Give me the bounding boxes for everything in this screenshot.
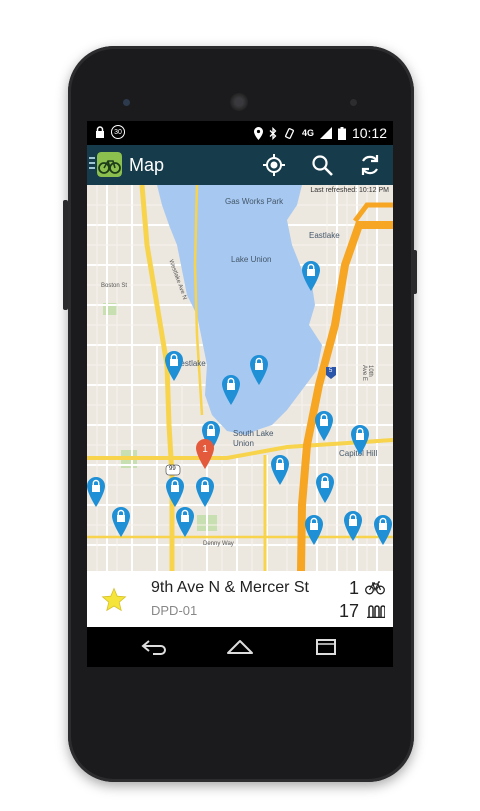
station-pin[interactable] bbox=[271, 455, 289, 485]
back-icon[interactable] bbox=[139, 635, 169, 659]
station-pin[interactable] bbox=[351, 425, 369, 455]
network-type: 4G bbox=[301, 128, 314, 138]
location-icon bbox=[253, 126, 263, 140]
front-camera bbox=[123, 99, 130, 106]
map-label-interstate-5: 5 bbox=[329, 368, 333, 374]
station-pin[interactable] bbox=[112, 507, 130, 537]
map-view[interactable]: Last refreshed: 10:12 PM Gas Works Park … bbox=[87, 185, 393, 571]
proximity-sensor bbox=[350, 99, 357, 106]
last-refreshed-label: Last refreshed: 10:12 PM bbox=[310, 187, 389, 194]
station-pin[interactable] bbox=[165, 351, 183, 381]
station-pin[interactable] bbox=[316, 473, 334, 503]
volume-button bbox=[63, 200, 68, 310]
dock-icon bbox=[367, 605, 385, 618]
station-pin[interactable] bbox=[344, 511, 362, 541]
map-label-boston-st: Boston St bbox=[101, 283, 128, 289]
station-pin[interactable] bbox=[196, 477, 214, 507]
bikes-available-count: 1 bbox=[348, 578, 359, 598]
station-pin[interactable] bbox=[250, 355, 268, 385]
status-bar: 30 4G 10:12 bbox=[87, 121, 393, 145]
favorite-star-icon[interactable] bbox=[101, 587, 127, 613]
earpiece-speaker bbox=[230, 93, 248, 111]
signal-icon bbox=[319, 127, 332, 139]
recents-icon[interactable] bbox=[311, 635, 341, 659]
map-label-highway-99: 99 bbox=[169, 466, 176, 472]
page-title: Map bbox=[129, 155, 165, 175]
map-label-denny-way: Denny Way bbox=[203, 541, 234, 547]
selected-pin-label: 1 bbox=[202, 444, 208, 455]
notification-badge: 30 bbox=[111, 125, 125, 139]
station-pin[interactable] bbox=[374, 515, 392, 545]
bluetooth-icon bbox=[269, 126, 277, 140]
station-pin[interactable] bbox=[315, 411, 333, 441]
refresh-icon[interactable] bbox=[357, 152, 383, 178]
map-label-south-lake-union: South Lake Union bbox=[233, 429, 274, 448]
map-label-eastlake: Eastlake bbox=[309, 231, 340, 240]
app-logo-icon[interactable] bbox=[97, 152, 122, 177]
station-pin[interactable] bbox=[166, 477, 184, 507]
map-label-lake-union: Lake Union bbox=[231, 255, 272, 264]
vibrate-icon bbox=[284, 127, 294, 139]
lock-icon bbox=[96, 125, 104, 138]
action-bar: Map bbox=[87, 145, 393, 185]
map-label-gas-works: Gas Works Park bbox=[225, 197, 284, 206]
navigation-bar bbox=[87, 627, 393, 667]
power-button bbox=[412, 250, 417, 294]
selected-station-pin[interactable]: 1 bbox=[196, 439, 214, 469]
bike-icon bbox=[365, 581, 385, 595]
battery-icon bbox=[337, 126, 346, 140]
station-pin[interactable] bbox=[302, 261, 320, 291]
docks-available-count: 17 bbox=[338, 601, 359, 621]
search-icon[interactable] bbox=[309, 152, 335, 178]
station-pin[interactable] bbox=[176, 507, 194, 537]
home-icon[interactable] bbox=[225, 635, 255, 659]
station-pin[interactable] bbox=[305, 515, 323, 545]
map-label-10th-ave-e: 10th Ave E bbox=[361, 365, 373, 381]
station-info-panel[interactable]: 9th Ave N & Mercer St DPD-01 1 17 bbox=[87, 571, 393, 627]
screen: 30 4G 10:12 Map Last refreshed: 10:12 PM… bbox=[87, 121, 393, 667]
my-location-icon[interactable] bbox=[261, 152, 287, 178]
station-pin[interactable] bbox=[222, 375, 240, 405]
clock: 10:12 bbox=[351, 125, 387, 141]
station-pin[interactable] bbox=[87, 477, 105, 507]
station-id: DPD-01 bbox=[151, 603, 198, 618]
station-name: 9th Ave N & Mercer St bbox=[151, 579, 309, 596]
drawer-indicator-icon[interactable] bbox=[89, 157, 95, 171]
